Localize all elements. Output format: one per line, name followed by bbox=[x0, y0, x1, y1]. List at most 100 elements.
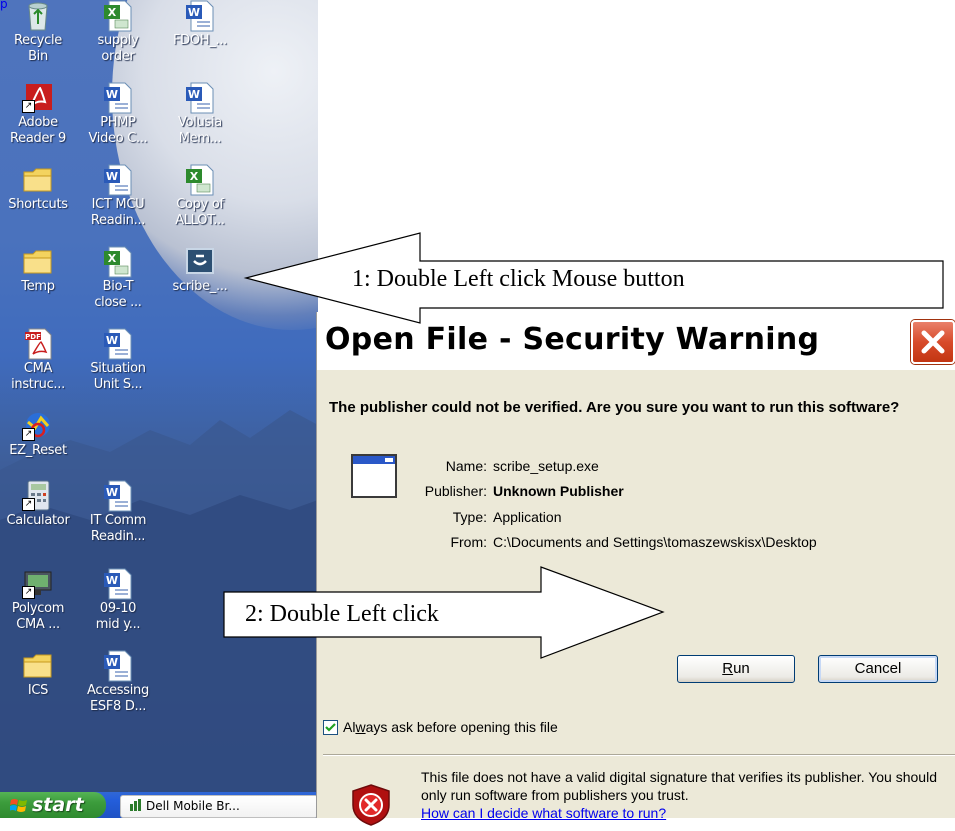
word-file-icon: W bbox=[101, 568, 135, 600]
scribe-setup-icon bbox=[183, 246, 217, 278]
desktop-icon-situation[interactable]: W Situation Unit S... bbox=[76, 328, 160, 393]
shortcut-arrow-icon: ↗ bbox=[22, 586, 35, 599]
always-ask-label: Always ask before opening this file bbox=[343, 719, 558, 735]
desktop-icon-label: supply order bbox=[97, 33, 139, 64]
security-warning-dialog: Open File - Security Warning The publish… bbox=[316, 312, 955, 826]
desktop-icon-label: Accessing ESF8 D... bbox=[87, 683, 149, 714]
cancel-button-label: Cancel bbox=[854, 660, 902, 677]
svg-text:W: W bbox=[188, 6, 200, 19]
always-ask-checkbox[interactable] bbox=[323, 720, 338, 735]
svg-text:W: W bbox=[106, 170, 118, 183]
desktop-icon-calculator[interactable]: ↗ Calculator bbox=[0, 480, 80, 529]
svg-text:PDF: PDF bbox=[25, 333, 41, 341]
detail-value: Application bbox=[493, 509, 562, 525]
warning-question: The publisher could not be verified. Are… bbox=[329, 399, 900, 416]
detail-key: Name: bbox=[445, 458, 487, 474]
detail-value: Unknown Publisher bbox=[493, 483, 624, 499]
desktop-icon-adobe[interactable]: ↗ Adobe Reader 9 bbox=[0, 82, 80, 147]
close-button[interactable] bbox=[911, 320, 955, 364]
desktop-icon-label: ICT MCU Readin... bbox=[90, 197, 146, 228]
shortcut-arrow-icon: ↗ bbox=[22, 498, 35, 511]
calculator-icon: ↗ bbox=[21, 480, 55, 512]
svg-text:W: W bbox=[106, 88, 118, 101]
word-file-icon: W bbox=[101, 650, 135, 682]
start-button[interactable]: start bbox=[0, 792, 106, 818]
desktop-icon-copy-of[interactable]: X Copy of ALLOT... bbox=[158, 164, 242, 229]
word-file-icon: W bbox=[101, 82, 135, 114]
svg-text:X: X bbox=[190, 170, 199, 183]
warning-text: This file does not have a valid digital … bbox=[421, 769, 937, 803]
desktop-icon-label: PHMP Video C... bbox=[88, 115, 148, 146]
ez-reset-icon: ↗ bbox=[21, 410, 55, 442]
desktop-icon-phmp[interactable]: W PHMP Video C... bbox=[76, 82, 160, 147]
callout-step-2: 2: Double Left click bbox=[245, 601, 439, 627]
taskbar-button-label: Dell Mobile Br... bbox=[146, 799, 240, 813]
desktop-icon-label: IT Comm Readin... bbox=[89, 513, 147, 544]
desktop-icon-fdoh[interactable]: W FDOH_... bbox=[158, 0, 242, 49]
help-link[interactable]: How can I decide what software to run? bbox=[421, 804, 941, 822]
desktop-icon-label: Bio-T close ... bbox=[94, 279, 142, 310]
recycle-bin-icon bbox=[21, 0, 55, 32]
folder-icon bbox=[21, 164, 55, 196]
detail-row-from: From: C:\Documents and Settings\tomaszews… bbox=[373, 534, 955, 550]
folder-icon bbox=[21, 650, 55, 682]
desktop-icon-ez-reset[interactable]: ↗ EZ_Reset bbox=[0, 410, 80, 459]
detail-row-publisher: Publisher: Unknown Publisher bbox=[373, 483, 955, 499]
desktop-icon-label: Adobe Reader 9 bbox=[9, 115, 66, 146]
desktop-icon-label: ICS bbox=[27, 683, 49, 698]
separator bbox=[323, 754, 955, 756]
dialog-title: Open File - Security Warning bbox=[325, 322, 820, 357]
desktop-icon-scribe[interactable]: scribe_... bbox=[158, 246, 242, 295]
svg-text:W: W bbox=[106, 656, 118, 669]
folder-icon bbox=[21, 246, 55, 278]
dell-mobile-icon bbox=[129, 798, 143, 812]
desktop-icon-shortcuts[interactable]: Shortcuts bbox=[0, 164, 80, 213]
excel-file-icon: X bbox=[101, 246, 135, 278]
desktop-icon-it-comm[interactable]: W IT Comm Readin... bbox=[76, 480, 160, 545]
excel-file-icon: X bbox=[101, 0, 135, 32]
desktop-icon-accessing[interactable]: W Accessing ESF8 D... bbox=[76, 650, 160, 715]
desktop-icon-ict-mcu[interactable]: W ICT MCU Readin... bbox=[76, 164, 160, 229]
callout-step-1: 1: Double Left click Mouse button bbox=[352, 266, 685, 292]
detail-key: From: bbox=[450, 534, 487, 550]
security-shield-icon bbox=[349, 783, 393, 831]
svg-text:W: W bbox=[106, 574, 118, 587]
shortcut-arrow-icon: ↗ bbox=[22, 428, 35, 441]
close-icon bbox=[921, 330, 945, 354]
detail-value: scribe_setup.exe bbox=[493, 458, 599, 474]
desktop-icon-label: CMA instruc... bbox=[11, 361, 65, 392]
word-file-icon: W bbox=[101, 164, 135, 196]
polycom-icon: ↗ bbox=[21, 568, 55, 600]
desktop-icon-supply[interactable]: Xsupply order bbox=[76, 0, 160, 65]
desktop-icon-bio-t[interactable]: X Bio-T close ... bbox=[76, 246, 160, 311]
detail-key: Publisher: bbox=[424, 483, 487, 499]
desktop-icon-label: Recycle Bin bbox=[14, 33, 62, 64]
run-button[interactable]: Run bbox=[677, 655, 795, 683]
detail-value: C:\Documents and Settings\tomaszewskisx\… bbox=[493, 534, 817, 550]
desktop-icon-label: Volusia Mem... bbox=[178, 115, 222, 146]
desktop: p Recycle Bin Xsupply order W FDOH_... ↗ Adob… bbox=[0, 0, 318, 792]
shortcut-arrow-icon: ↗ bbox=[22, 100, 35, 113]
taskbar-button-dell-mobile[interactable]: Dell Mobile Br... bbox=[120, 795, 318, 818]
desktop-icon-recycle[interactable]: Recycle Bin bbox=[0, 0, 80, 65]
cancel-button[interactable]: Cancel bbox=[818, 655, 938, 683]
desktop-icon-cma[interactable]: PDF CMA instruc... bbox=[0, 328, 80, 393]
desktop-icon-label: Situation Unit S... bbox=[90, 361, 146, 392]
desktop-icon-polycom[interactable]: ↗ Polycom CMA ... bbox=[0, 568, 80, 633]
desktop-icon-volusia[interactable]: W Volusia Mem... bbox=[158, 82, 242, 147]
windows-flag-icon bbox=[9, 794, 28, 820]
dialog-body: The publisher could not be verified. Are… bbox=[323, 370, 955, 826]
desktop-icon-temp[interactable]: Temp bbox=[0, 246, 80, 295]
svg-text:W: W bbox=[106, 486, 118, 499]
desktop-icon-09-10[interactable]: W 09-10 mid y... bbox=[76, 568, 160, 633]
word-file-icon: W bbox=[101, 328, 135, 360]
svg-text:W: W bbox=[188, 88, 200, 101]
checkmark-icon bbox=[325, 723, 336, 732]
desktop-icon-label: FDOH_... bbox=[173, 33, 227, 48]
svg-text:W: W bbox=[106, 334, 118, 347]
desktop-icon-ics[interactable]: ICS bbox=[0, 650, 80, 699]
svg-text:X: X bbox=[108, 252, 117, 265]
adobe-reader-icon: ↗ bbox=[21, 82, 55, 114]
desktop-icon-label: scribe_... bbox=[172, 279, 228, 294]
always-ask-checkbox-row[interactable]: Always ask before opening this file bbox=[323, 719, 558, 735]
